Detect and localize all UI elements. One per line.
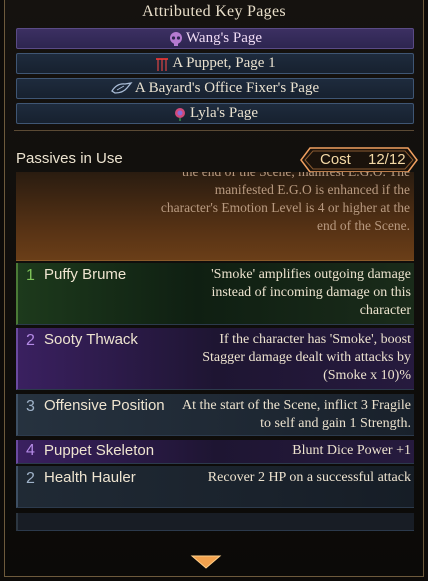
passive-name: Sooty Thwack bbox=[44, 331, 138, 348]
passive-description: If the character has 'Smoke', boost Stag… bbox=[202, 332, 411, 383]
passive-name: Puppet Skeleton bbox=[44, 442, 155, 459]
cost-label: Cost bbox=[320, 151, 351, 168]
passive-description: At the start of the Scene, inflict 3 Fra… bbox=[182, 398, 411, 431]
passive-row-partial[interactable]: the end of the Scene, manifest E.G.O. Th… bbox=[16, 172, 414, 261]
skull-icon bbox=[168, 31, 184, 47]
passive-name: Health Hauler bbox=[44, 469, 136, 486]
scroll-down-icon[interactable] bbox=[190, 554, 222, 575]
passive-row-puffy-brume[interactable]: 1 Puffy Brume 'Smoke' amplifies outgoing… bbox=[16, 263, 414, 325]
key-page-label: A Bayard's Office Fixer's Page bbox=[134, 80, 320, 96]
key-page-label: Wang's Page bbox=[185, 30, 263, 46]
passive-description: Blunt Dice Power +1 bbox=[292, 443, 411, 458]
rose-icon bbox=[172, 106, 188, 122]
key-page-label: Lyla's Page bbox=[189, 105, 259, 121]
section-divider bbox=[14, 130, 414, 131]
passive-cost: 4 bbox=[26, 442, 35, 459]
attributed-key-pages-title: Attributed Key Pages bbox=[142, 3, 286, 20]
cost-value: 12/12 bbox=[368, 151, 406, 168]
bird-wing-icon bbox=[110, 81, 133, 97]
passive-row-puppet-skeleton[interactable]: 4 Puppet Skeleton Blunt Dice Power +1 bbox=[16, 440, 414, 464]
passive-list[interactable]: the end of the Scene, manifest E.G.O. Th… bbox=[16, 172, 414, 534]
passives-in-use-title: Passives in Use bbox=[16, 150, 123, 167]
passive-cost: 2 bbox=[26, 470, 35, 487]
passive-name: Offensive Position bbox=[44, 397, 165, 414]
key-page-bayard[interactable]: A Bayard's Office Fixer's Page bbox=[16, 78, 414, 99]
passive-row-health-hauler[interactable]: 2 Health Hauler Recover 2 HP on a succes… bbox=[16, 466, 414, 508]
key-page-label: A Puppet, Page 1 bbox=[172, 55, 276, 71]
passive-name: Puffy Brume bbox=[44, 266, 127, 283]
passive-cost: 2 bbox=[26, 332, 35, 349]
passive-description: 'Smoke' amplifies outgoing damage instea… bbox=[211, 267, 411, 318]
puppet-strings-icon bbox=[154, 56, 170, 72]
passive-row-sooty-thwack[interactable]: 2 Sooty Thwack If the character has 'Smo… bbox=[16, 328, 414, 390]
passive-cost: 1 bbox=[26, 267, 35, 284]
key-page-lyla[interactable]: Lyla's Page bbox=[16, 103, 414, 124]
passive-row-offensive-position[interactable]: 3 Offensive Position At the start of the… bbox=[16, 394, 414, 436]
passive-cost: 3 bbox=[26, 398, 35, 415]
passive-description: Recover 2 HP on a successful attack bbox=[207, 470, 411, 485]
cost-badge: Cost 12/12 bbox=[300, 147, 418, 173]
key-page-wang[interactable]: Wang's Page bbox=[16, 28, 414, 49]
passive-row-empty[interactable] bbox=[16, 513, 414, 531]
key-page-puppet[interactable]: A Puppet, Page 1 bbox=[16, 53, 414, 74]
passive-description: the end of the Scene, manifest E.G.O. Th… bbox=[160, 172, 410, 233]
